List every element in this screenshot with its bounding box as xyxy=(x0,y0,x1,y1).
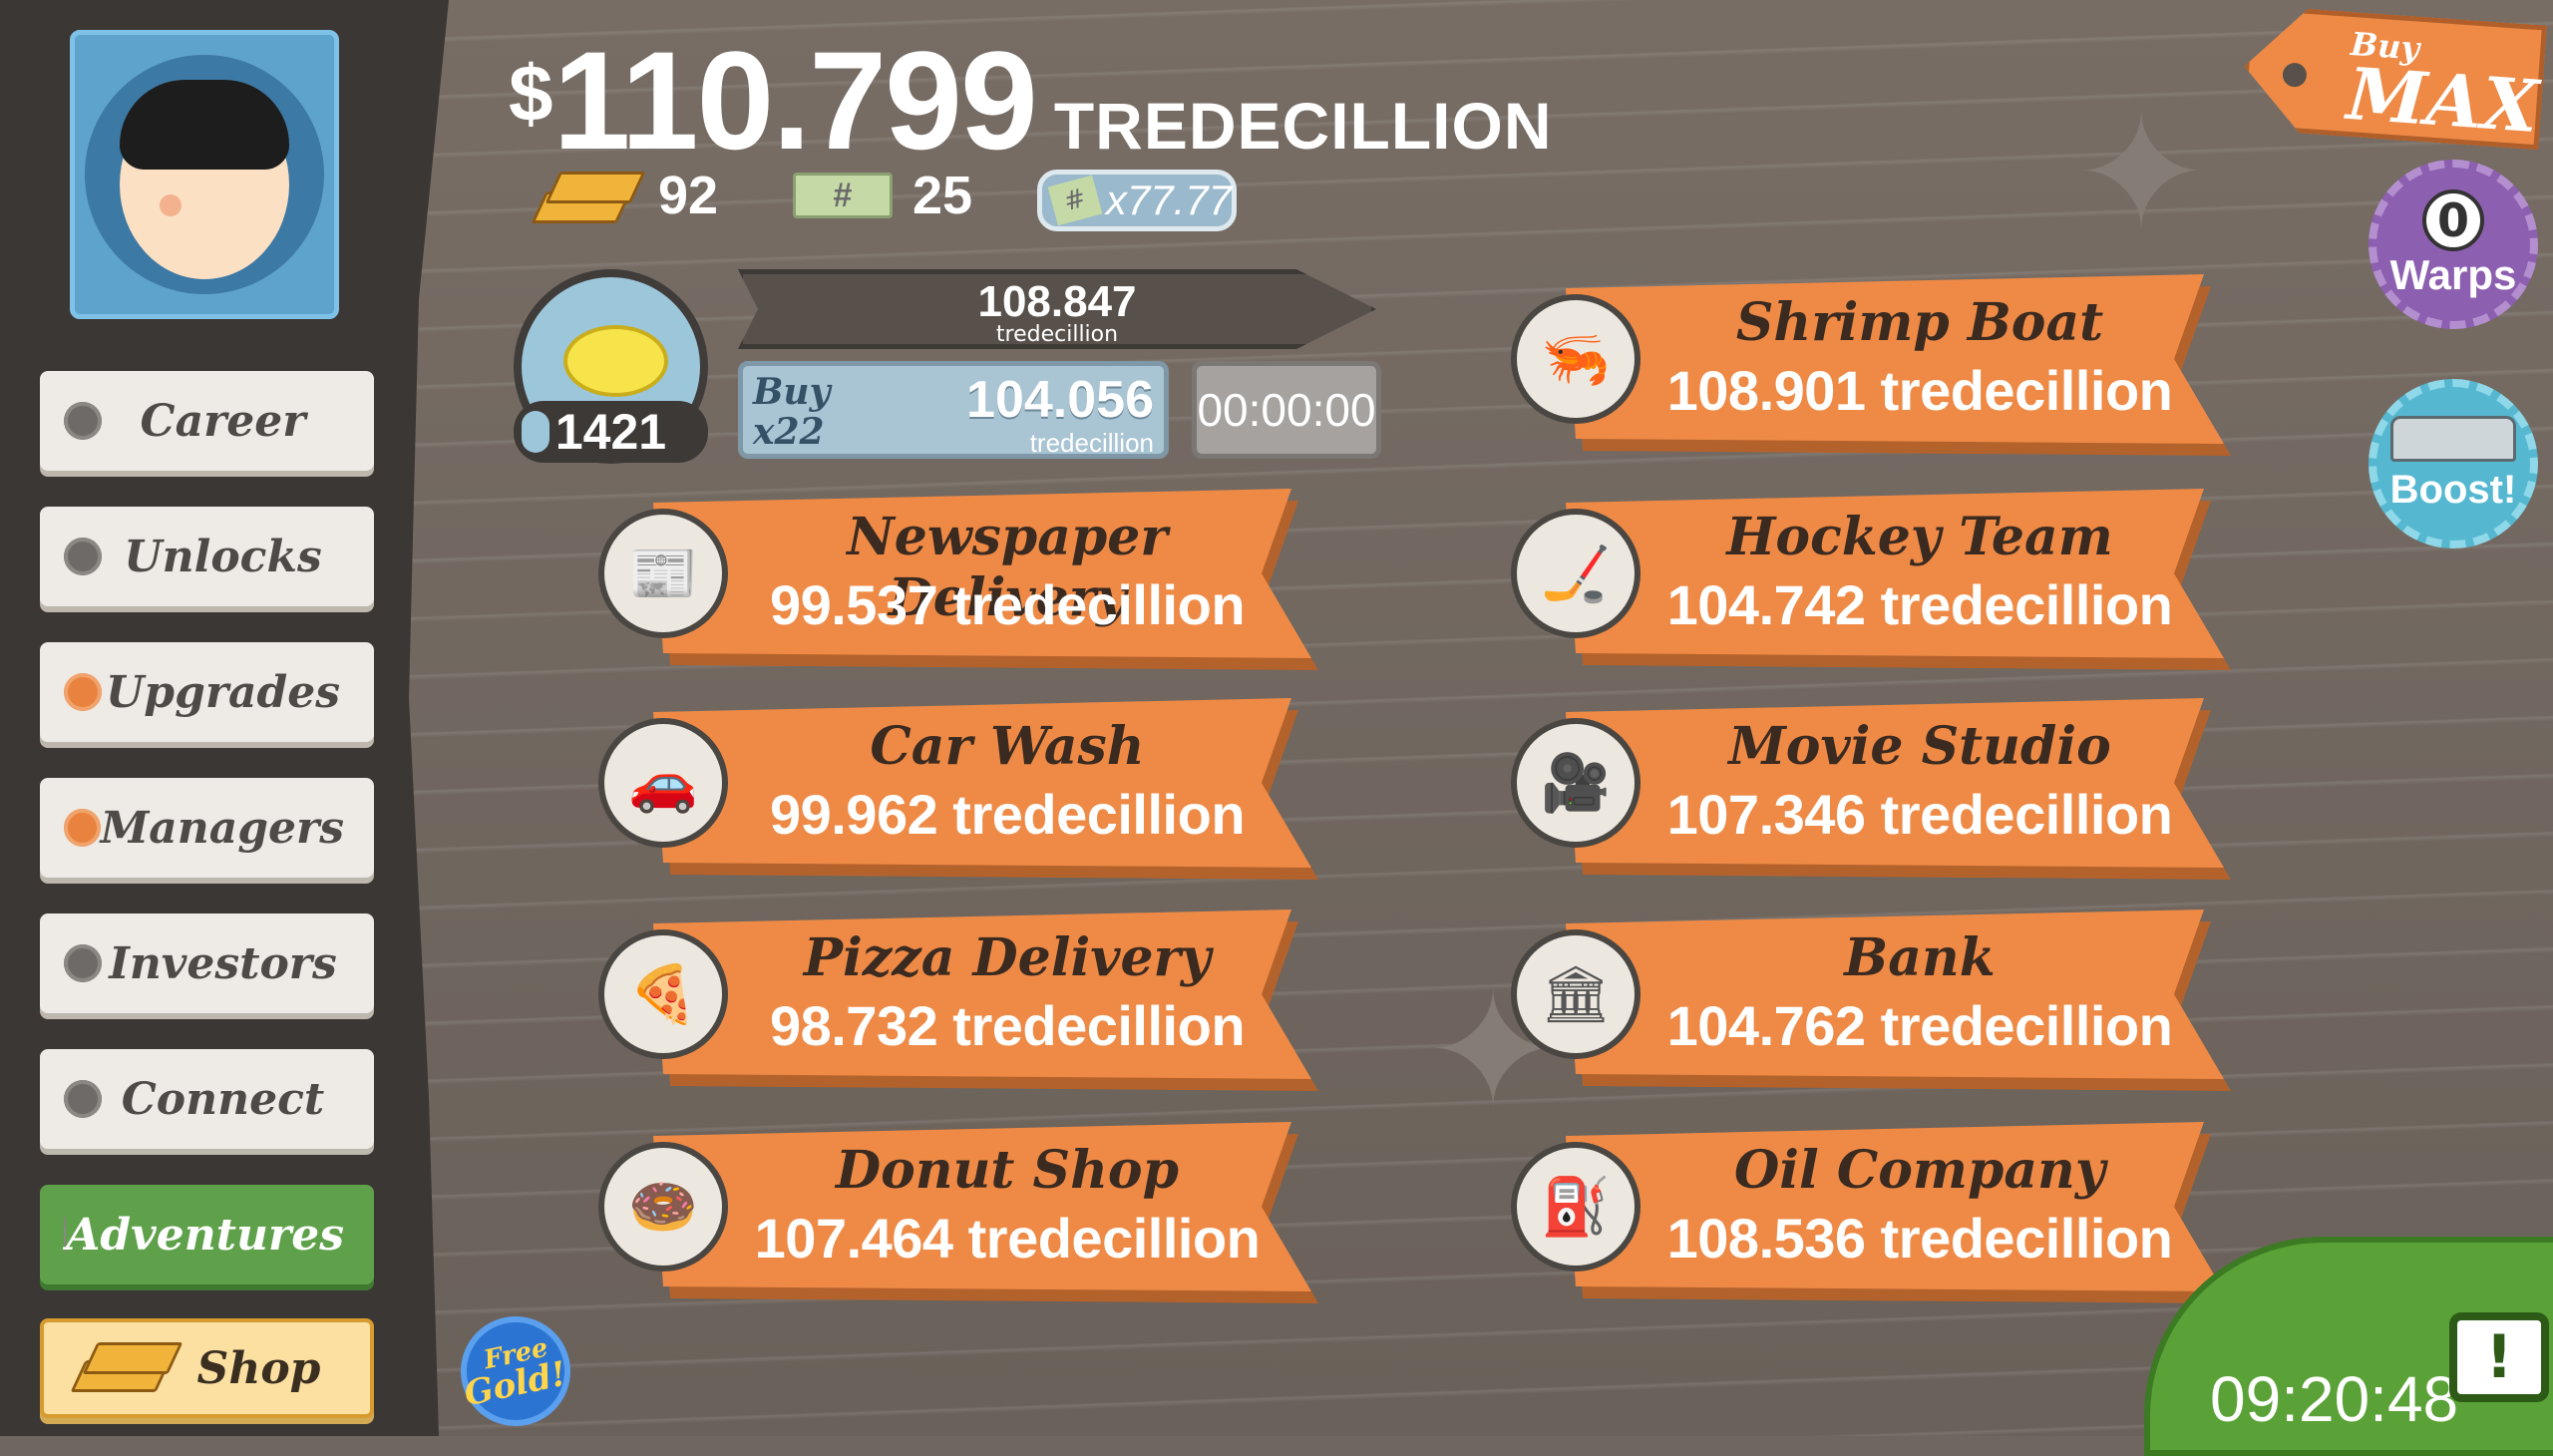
buy-cost: 104.056 xyxy=(966,371,1154,429)
business-name: Oil Company xyxy=(1733,1140,2106,1201)
multiplier-badge[interactable]: # x77.77 xyxy=(1037,170,1237,231)
gold-bars-icon xyxy=(68,1338,183,1398)
indicator-dot xyxy=(64,538,102,575)
multiplier-value: x77.77 xyxy=(1105,177,1232,223)
business-name: Hockey Team xyxy=(1726,507,2113,567)
business-value: 104.742 tredecillion xyxy=(1666,573,2173,636)
tv-icon: ! xyxy=(2449,1312,2549,1402)
nav-unlocks-button[interactable]: Unlocks xyxy=(40,507,374,606)
buy-button[interactable]: Buy x22 104.056 tredecillion xyxy=(738,361,1169,459)
money-display: $110.799 TREDECILLION xyxy=(509,20,1553,182)
buy-max-line2: MAX xyxy=(2344,50,2541,150)
business-name: Shrimp Boat xyxy=(1735,292,2104,353)
hair xyxy=(120,80,289,170)
decorative-star: ✦ xyxy=(2074,80,2209,266)
donut-icon: 🍩 xyxy=(598,1142,728,1272)
nav-upgrades-button[interactable]: Upgrades xyxy=(40,642,374,742)
currency-symbol: $ xyxy=(509,49,553,138)
movie-camera-icon: 🎥 xyxy=(1511,718,1641,848)
tv-timer: 09:20:48 xyxy=(2210,1363,2459,1435)
lemon-icon xyxy=(563,325,668,397)
nav-label: Career xyxy=(140,395,306,447)
business-name: Bank xyxy=(1844,927,1996,988)
business-donut-shop[interactable]: 🍩 Donut Shop 107.464 tredecillion xyxy=(598,1122,1326,1303)
business-oil-company[interactable]: ⛽ Oil Company 108.536 tredecillion xyxy=(1511,1122,2239,1303)
nav-label: Upgrades xyxy=(105,666,341,718)
business-pizza-delivery[interactable]: 🍕 Pizza Delivery 98.732 tredecillion xyxy=(598,910,1326,1091)
nav-career-button[interactable]: Career xyxy=(40,371,374,471)
business-name: Donut Shop xyxy=(836,1140,1179,1201)
nav-managers-button[interactable]: Managers xyxy=(40,778,374,878)
business-name: Car Wash xyxy=(870,716,1145,777)
business-bank[interactable]: 🏛 Bank 104.762 tredecillion xyxy=(1511,910,2239,1091)
free-gold-button[interactable]: Free Gold! xyxy=(461,1316,570,1426)
nav-label: Connect xyxy=(121,1073,325,1125)
business-value: 98.732 tredecillion xyxy=(769,994,1246,1057)
lemonade-owned-count: 1421 xyxy=(514,401,708,463)
business-name: Movie Studio xyxy=(1728,716,2111,777)
business-value: 99.537 tredecillion xyxy=(769,573,1246,636)
warps-count: 0 xyxy=(2422,189,2484,251)
progress-unit: tredecillion xyxy=(995,322,1119,347)
nav-adventures-button[interactable]: Adventures xyxy=(40,1185,374,1284)
ticket-icon: # xyxy=(1047,175,1103,226)
notification-dot xyxy=(64,673,102,711)
nav-label: Managers xyxy=(100,802,344,854)
cheek xyxy=(160,194,182,216)
bank-icon: 🏛 xyxy=(1511,929,1641,1059)
indicator-dot xyxy=(64,402,102,440)
lemonade-progress-bar[interactable]: 108.847 tredecillion xyxy=(738,269,1376,349)
indicator-dot xyxy=(64,1080,102,1118)
indicator-dot xyxy=(64,944,102,982)
nav-investors-button[interactable]: Investors xyxy=(40,913,374,1013)
shrimp-icon: 🦐 xyxy=(1511,294,1641,424)
business-value: 108.536 tredecillion xyxy=(1666,1207,2173,1270)
hockey-icon: 🏒 xyxy=(1511,509,1641,638)
nav-shop-button[interactable]: Shop xyxy=(40,1318,374,1418)
buy-label: Buy x22 xyxy=(753,371,831,453)
car-icon: 🚗 xyxy=(598,718,728,848)
owned-count: 1421 xyxy=(554,404,667,460)
business-value: 107.346 tredecillion xyxy=(1666,783,2173,846)
business-timer: 00:00:00 xyxy=(1192,361,1381,459)
nav-label: Unlocks xyxy=(124,531,322,582)
buy-unit: tredecillion xyxy=(1029,428,1154,458)
nav-connect-button[interactable]: Connect xyxy=(40,1049,374,1149)
progress-value: 108.847 xyxy=(977,277,1137,326)
warps-button[interactable]: 0 Warps xyxy=(2369,160,2538,329)
business-value: 99.962 tredecillion xyxy=(769,783,1246,846)
money-amount: 110.799 xyxy=(552,22,1038,179)
business-newspaper-delivery[interactable]: 📰 Newspaper Delivery 99.537 tredecillion xyxy=(598,489,1326,670)
newspaper-icon: 📰 xyxy=(598,509,728,638)
boost-label: Boost! xyxy=(2389,468,2517,512)
gold-stat[interactable]: 92 xyxy=(529,165,718,226)
business-movie-studio[interactable]: 🎥 Movie Studio 107.346 tredecillion xyxy=(1511,698,2239,880)
nav-label: Investors xyxy=(109,937,337,989)
ticket-stat[interactable]: # 25 xyxy=(793,165,972,226)
business-value: 107.464 tredecillion xyxy=(754,1207,1261,1270)
nav-label: Adventures xyxy=(66,1209,344,1261)
gold-count: 92 xyxy=(658,166,719,225)
warps-label: Warps xyxy=(2389,251,2517,298)
oil-derrick-icon: ⛽ xyxy=(1511,1142,1641,1272)
time-machine-car-icon xyxy=(2390,416,2516,462)
business-value: 104.762 tredecillion xyxy=(1666,994,2173,1057)
pizza-icon: 🍕 xyxy=(598,929,728,1059)
business-hockey-team[interactable]: 🏒 Hockey Team 104.742 tredecillion xyxy=(1511,489,2239,670)
free-gold-line2: Gold! xyxy=(461,1353,570,1415)
business-car-wash[interactable]: 🚗 Car Wash 99.962 tredecillion xyxy=(598,698,1326,880)
avatar[interactable] xyxy=(70,30,339,319)
business-shrimp-boat[interactable]: 🦐 Shrimp Boat 108.901 tredecillion xyxy=(1511,274,2239,456)
tag-hole xyxy=(2282,62,2308,88)
nav-label: Shop xyxy=(196,1342,321,1394)
ticket-count: 25 xyxy=(912,166,973,225)
boost-button[interactable]: Boost! xyxy=(2369,379,2538,548)
notification-dot xyxy=(64,809,101,847)
ticket-icon: # xyxy=(793,173,893,218)
business-name: Pizza Delivery xyxy=(803,927,1212,988)
gold-bars-icon xyxy=(529,166,646,225)
business-value: 108.901 tredecillion xyxy=(1666,359,2173,422)
money-unit: TREDECILLION xyxy=(1053,89,1553,163)
